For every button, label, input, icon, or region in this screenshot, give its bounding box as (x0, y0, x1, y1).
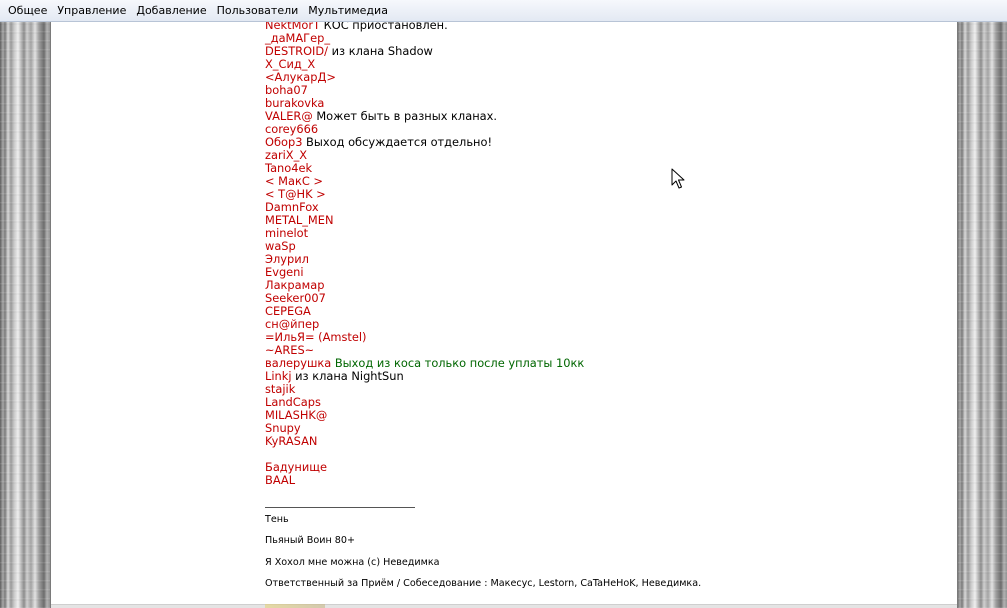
next-post-edge (51, 604, 957, 608)
member-nick: <АлукарД> (265, 70, 336, 84)
member-row: Linkj из клана NightSun (265, 370, 945, 383)
signature-divider (265, 507, 415, 508)
member-note-highlight: Выход из коса только после уплаты 10кк (331, 356, 585, 370)
member-nick: Linkj (265, 369, 292, 383)
right-decorative-pillar (957, 22, 1007, 608)
member-row: DamnFox (265, 201, 945, 214)
member-row: =ИльЯ= (Amstel) (265, 331, 945, 344)
menu-item-general[interactable]: Общее (2, 0, 51, 22)
member-row: NektMorT КОС приостановлен. (265, 22, 945, 32)
member-row: DESTROID/ из клана Shadow (265, 45, 945, 58)
member-nick: < T@HK > (265, 187, 326, 201)
member-row: Элурил (265, 253, 945, 266)
member-nick: corey666 (265, 122, 319, 136)
signature-line: Я Хохол мне можна (с) Неведимка (265, 557, 440, 568)
member-nick: DamnFox (265, 200, 319, 214)
member-nick: =ИльЯ= (Amstel) (265, 330, 367, 344)
member-nick: < МакС > (265, 174, 323, 188)
member-row: VALER@ Может быть в разных кланах. (265, 110, 945, 123)
member-row: СЕРЕGA (265, 305, 945, 318)
member-row: Seeker007 (265, 292, 945, 305)
member-row: Tano4ek (265, 162, 945, 175)
member-row: KyRASAN (265, 435, 945, 448)
member-nick: METAL_MEN (265, 213, 334, 227)
member-nick: LandCaps (265, 395, 321, 409)
member-row: Snupy (265, 422, 945, 435)
member-nick: Evgeni (265, 265, 304, 279)
menu-item-multimedia[interactable]: Мультимедиа (302, 0, 392, 22)
member-nick: minelot (265, 226, 309, 240)
left-decorative-pillar (0, 22, 51, 608)
menu-item-add[interactable]: Добавление (130, 0, 210, 22)
forum-post-area: NektMorT КОС приостановлен. _даМАГер_ DEST… (51, 22, 957, 608)
member-nick: Обор3 (265, 135, 303, 149)
member-nick: DESTROID/ (265, 44, 329, 58)
menu-item-users[interactable]: Пользователи (211, 0, 303, 22)
member-nick: валерушка (265, 356, 332, 370)
member-row: waSp (265, 240, 945, 253)
member-row: BAAL (265, 474, 945, 487)
member-note: Выход обсуждается отдельно! (302, 135, 493, 149)
menu-item-management[interactable]: Управление (51, 0, 130, 22)
next-post-snippet (265, 604, 325, 608)
member-row: Бадунище (265, 461, 945, 474)
member-nick: Tano4ek (265, 161, 313, 175)
member-nick: MILASHK@ (265, 408, 328, 422)
member-nick: VALER@ (265, 109, 313, 123)
member-row: < МакС > (265, 175, 945, 188)
member-nick: BAAL (265, 473, 296, 487)
signature-line: Пьяный Воин 80+ (265, 535, 356, 546)
member-row: LandCaps (265, 396, 945, 409)
member-nick: KyRASAN (265, 434, 318, 448)
member-nick: Seeker007 (265, 291, 326, 305)
member-row: <АлукарД> (265, 71, 945, 84)
member-row: METAL_MEN (265, 214, 945, 227)
member-nick: X_Сид_X (265, 57, 316, 71)
member-row: zariX_X (265, 149, 945, 162)
member-row: MILASHK@ (265, 409, 945, 422)
member-nick: _даМАГер_ (265, 31, 331, 45)
member-row: сн@йпер (265, 318, 945, 331)
member-note: из клана NightSun (291, 369, 404, 383)
signature-line: Тень (265, 514, 289, 525)
member-row: boha07 (265, 84, 945, 97)
member-row: stajik (265, 383, 945, 396)
member-nick: burakovka (265, 96, 325, 110)
member-nick: Бадунище (265, 460, 327, 474)
mouse-pointer-icon (671, 168, 685, 189)
member-row: Лакрамар (265, 279, 945, 292)
member-nick: Элурил (265, 252, 309, 266)
member-nick: Snupy (265, 421, 301, 435)
member-nick: СЕРЕGA (265, 304, 311, 318)
member-nick: boha07 (265, 83, 308, 97)
member-note: Может быть в разных кланах. (312, 109, 497, 123)
member-note: КОС приостановлен. (320, 22, 448, 32)
member-row: minelot (265, 227, 945, 240)
menu-bar: Общее Управление Добавление Пользователи… (0, 0, 1007, 22)
member-row: Evgeni (265, 266, 945, 279)
signature-line: Ответственный за Приём / Собеседование :… (265, 578, 702, 589)
member-nick: сн@йпер (265, 317, 320, 331)
member-nick: Лакрамар (265, 278, 325, 292)
member-nick: stajik (265, 382, 296, 396)
member-nick: ~ARES~ (265, 343, 315, 357)
member-note: из клана Shadow (328, 44, 433, 58)
member-nick: zariX_X (265, 148, 308, 162)
member-row: < T@HK > (265, 188, 945, 201)
post-body: NektMorT КОС приостановлен. _даМАГер_ DEST… (265, 22, 945, 487)
member-row: X_Сид_X (265, 58, 945, 71)
member-nick: waSp (265, 239, 296, 253)
member-row: Обор3 Выход обсуждается отдельно! (265, 136, 945, 149)
